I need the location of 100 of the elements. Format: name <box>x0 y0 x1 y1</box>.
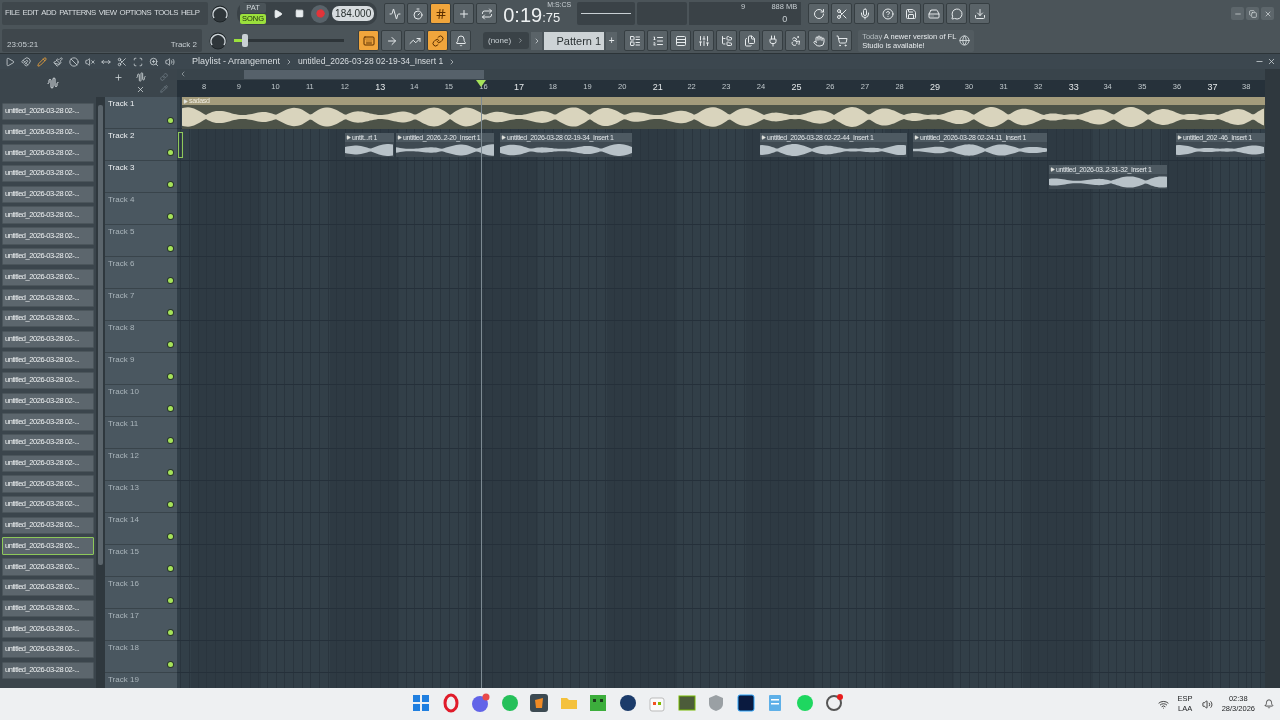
network-icon[interactable] <box>1157 698 1169 710</box>
square-app-icon[interactable] <box>734 692 757 714</box>
ban-tool[interactable] <box>68 56 79 67</box>
close-icon[interactable] <box>136 84 146 94</box>
track-led[interactable] <box>168 310 173 315</box>
track-header[interactable]: Track 14 <box>105 513 177 545</box>
add-pattern-button[interactable]: + <box>606 31 618 50</box>
toggle-button[interactable] <box>404 30 425 51</box>
track-led[interactable] <box>168 470 173 475</box>
figure-button[interactable] <box>785 30 807 51</box>
folder-tree-button[interactable] <box>716 30 738 51</box>
close-button[interactable] <box>1261 7 1274 20</box>
pencil-tool[interactable] <box>36 56 47 67</box>
track-header[interactable]: Track 3 <box>105 161 177 193</box>
track-led[interactable] <box>168 598 173 603</box>
speaker-tool[interactable] <box>164 56 175 67</box>
track-header[interactable]: Track 8 <box>105 321 177 353</box>
track-header[interactable]: Track 17 <box>105 609 177 641</box>
pattern-field[interactable]: Pattern 1 <box>544 31 605 50</box>
scissors-button[interactable] <box>831 3 853 24</box>
track-header[interactable]: Track 10 <box>105 385 177 417</box>
knob[interactable] <box>210 3 230 24</box>
scrollbar[interactable] <box>96 97 105 688</box>
rotate-button[interactable] <box>808 3 830 24</box>
files-button[interactable] <box>739 30 761 51</box>
scissors-tool[interactable] <box>116 56 127 67</box>
track-header[interactable]: Track 4 <box>105 193 177 225</box>
track-header[interactable]: Track 16 <box>105 577 177 609</box>
microphone-button[interactable] <box>854 3 876 24</box>
toggle-button[interactable] <box>427 30 448 51</box>
toggle-button[interactable] <box>476 3 498 24</box>
magnet-tool[interactable] <box>20 56 31 67</box>
slider-thumb[interactable] <box>242 34 249 47</box>
track-header[interactable]: Track 7 <box>105 289 177 321</box>
track-led[interactable] <box>168 342 173 347</box>
notification-icon[interactable] <box>1264 699 1274 709</box>
rows-button[interactable] <box>670 30 692 51</box>
chip-icon[interactable] <box>675 692 698 714</box>
track-header[interactable]: Track 1 <box>105 97 177 129</box>
knob[interactable] <box>208 30 228 51</box>
channel-dropdown[interactable]: (none) <box>483 32 530 49</box>
track-header[interactable]: Track 13 <box>105 481 177 513</box>
paintbrush-tool[interactable] <box>52 56 63 67</box>
block-face-icon[interactable] <box>587 692 609 714</box>
track-header[interactable]: Track 2 <box>105 129 177 161</box>
overview-thumb[interactable] <box>244 70 484 79</box>
track-header[interactable]: Track 9 <box>105 353 177 385</box>
track-led[interactable] <box>168 534 173 539</box>
toggle-button[interactable] <box>384 3 406 24</box>
track-header[interactable]: Track 11 <box>105 417 177 449</box>
track-header[interactable]: Track 12 <box>105 449 177 481</box>
aperture-icon[interactable] <box>823 692 845 714</box>
pitch-slider[interactable] <box>234 34 344 47</box>
track-led[interactable] <box>168 630 173 635</box>
track-header[interactable]: Track 19 <box>105 673 177 688</box>
chat-button[interactable] <box>946 3 968 24</box>
track-header[interactable]: Track 18 <box>105 641 177 673</box>
breadcrumb[interactable]: untitled_2026-03-28 02-19-34_Insert 1 <box>298 56 444 67</box>
scroll-left-icon[interactable] <box>179 70 187 78</box>
track-led[interactable] <box>168 662 173 667</box>
track-led[interactable] <box>168 246 173 251</box>
windows-logo-icon[interactable] <box>410 692 432 714</box>
scrollbar[interactable] <box>1265 69 1280 688</box>
track-led[interactable] <box>168 278 173 283</box>
fruit-icon[interactable] <box>528 692 550 714</box>
cart-button[interactable] <box>831 30 853 51</box>
waveform-icon[interactable] <box>46 77 59 89</box>
track-header[interactable]: Track 15 <box>105 545 177 577</box>
toggle-button[interactable] <box>358 30 379 51</box>
close-icon[interactable] <box>1267 57 1276 66</box>
select-tool[interactable] <box>132 56 143 67</box>
toggle-button[interactable] <box>381 30 402 51</box>
tempo-display[interactable]: 184.000 <box>332 5 375 22</box>
track-led[interactable] <box>168 406 173 411</box>
layout-list-button[interactable] <box>624 30 646 51</box>
restore-button[interactable] <box>1246 7 1259 20</box>
track-led[interactable] <box>168 566 173 571</box>
mute-tool[interactable] <box>84 56 95 67</box>
drive-button[interactable] <box>923 3 945 24</box>
track-header[interactable]: Track 6 <box>105 257 177 289</box>
volume-icon[interactable] <box>1201 698 1213 710</box>
help-button[interactable] <box>877 3 899 24</box>
track-led[interactable] <box>168 438 173 443</box>
track-led[interactable] <box>168 214 173 219</box>
track-led[interactable] <box>168 118 173 123</box>
chat-bubble-icon[interactable] <box>469 692 491 714</box>
track-led[interactable] <box>168 502 173 507</box>
add-track-icon[interactable] <box>113 72 123 82</box>
track-led[interactable] <box>168 182 173 187</box>
play-tool[interactable] <box>4 56 15 67</box>
zoom-tool[interactable] <box>148 56 159 67</box>
download-button[interactable] <box>969 3 991 24</box>
plug-button[interactable] <box>762 30 784 51</box>
toggle-button[interactable] <box>450 30 471 51</box>
track-led[interactable] <box>168 150 173 155</box>
save-button[interactable] <box>900 3 922 24</box>
track-led[interactable] <box>168 374 173 379</box>
toggle-button[interactable] <box>453 3 475 24</box>
hand-button[interactable] <box>808 30 830 51</box>
toggle-button[interactable] <box>407 3 429 24</box>
